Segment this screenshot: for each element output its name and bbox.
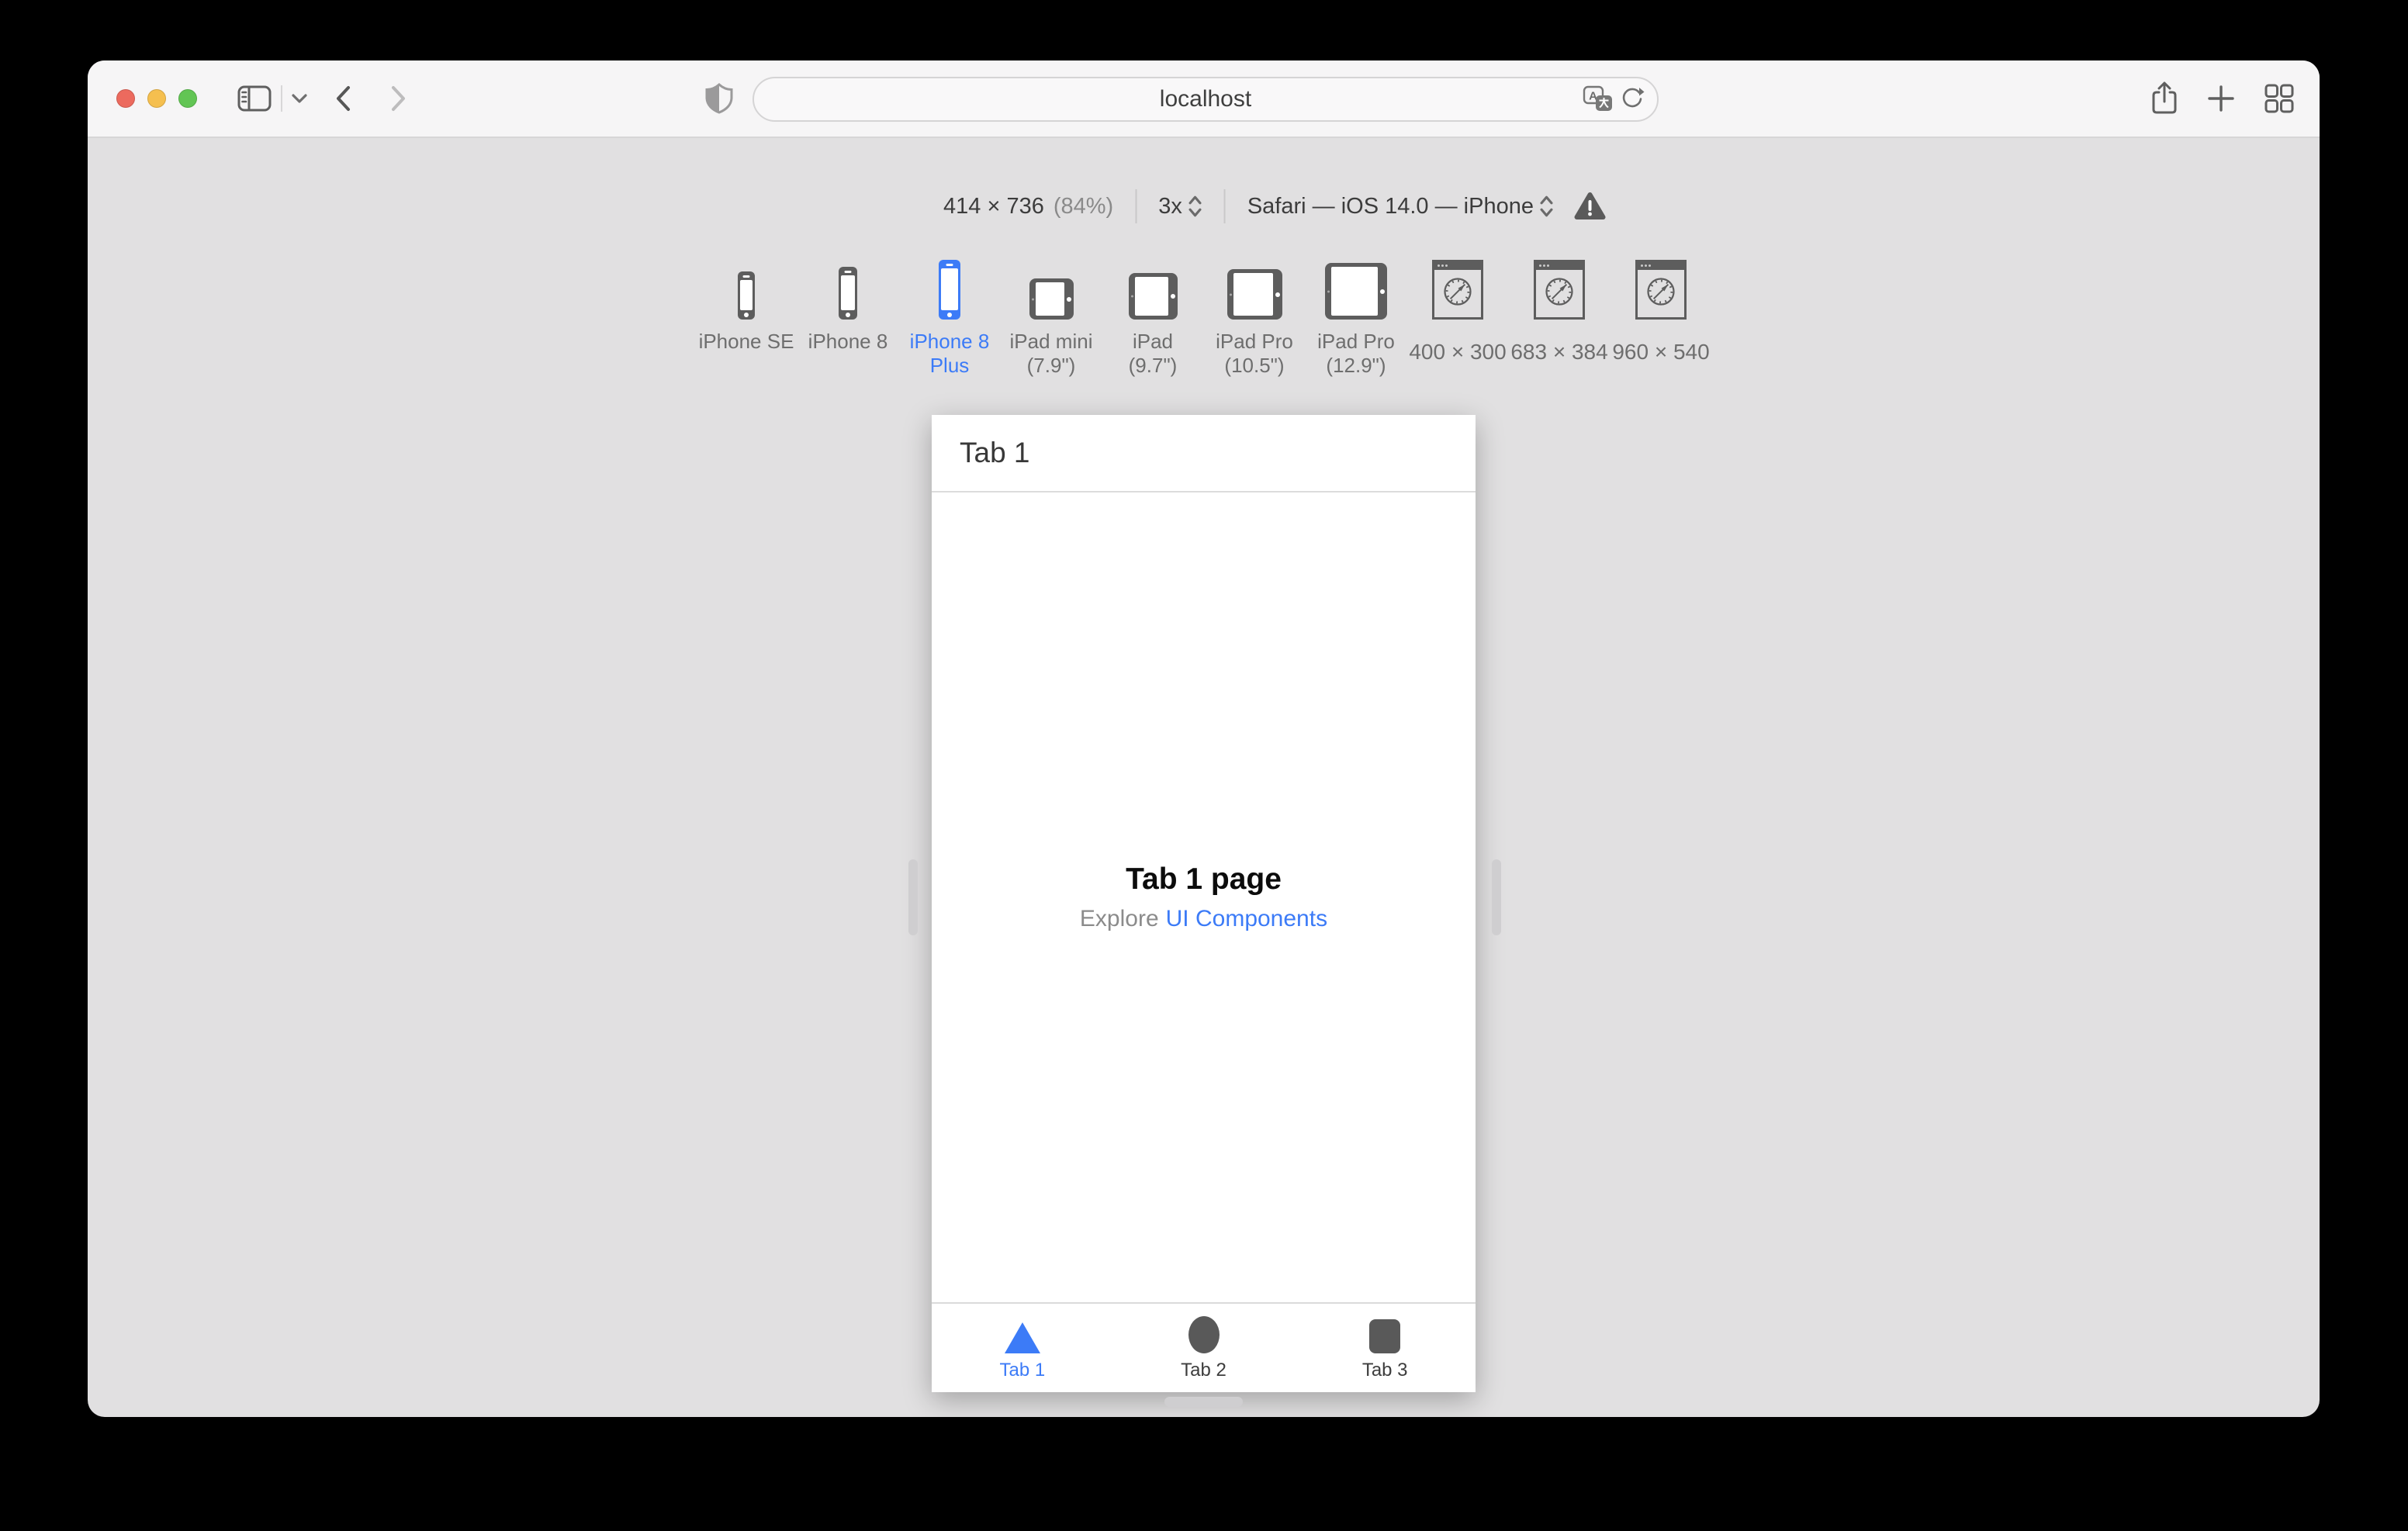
browser-toolbar: localhost A	[88, 60, 2320, 138]
translate-icon: A	[1583, 85, 1612, 111]
controls-divider	[1223, 189, 1226, 223]
tab-label: Tab 3	[1361, 1360, 1408, 1381]
forward-arrow-icon	[392, 86, 405, 111]
device-label: iPhone 8	[909, 330, 990, 353]
device-ipad-pro-129[interactable]: iPad Pro (12.9")	[1306, 257, 1407, 378]
triangle-icon	[1004, 1322, 1040, 1353]
app-tab-bar: Tab 1 Tab 2 Tab 3	[932, 1302, 1476, 1392]
tab-3[interactable]: Tab 3	[1294, 1304, 1476, 1392]
address-bar[interactable]: localhost A	[752, 77, 1659, 122]
translate-button[interactable]: A	[1583, 85, 1614, 113]
privacy-report-button[interactable]	[704, 82, 735, 115]
zoom-window-button[interactable]	[178, 89, 197, 108]
controls-divider	[1135, 189, 1137, 223]
square-icon	[1369, 1319, 1401, 1353]
preset-400x300[interactable]: 400 × 300	[1407, 257, 1509, 364]
share-button[interactable]	[2148, 81, 2181, 116]
iphone-8-icon	[839, 267, 857, 320]
viewport-size-value: 414 × 736	[943, 193, 1044, 219]
safari-compass-icon	[1441, 275, 1475, 309]
preset-label: 683 × 384	[1510, 340, 1608, 364]
ipad-pro-129-icon	[1325, 263, 1387, 320]
preset-960x540[interactable]: 960 × 540	[1611, 257, 1712, 364]
device-label-line2: (12.9")	[1326, 354, 1386, 377]
iphone-se-icon	[738, 271, 755, 320]
safari-compass-icon	[1542, 275, 1576, 309]
device-label: iPhone 8	[808, 330, 888, 353]
reload-icon	[1622, 88, 1645, 108]
device-ipad[interactable]: iPad (9.7")	[1102, 257, 1204, 378]
device-ipad-mini[interactable]: iPad mini (7.9")	[1001, 257, 1102, 378]
ipad-icon	[1128, 273, 1178, 320]
viewport-resize-handle-right[interactable]	[1492, 859, 1501, 935]
tab-label: Tab 1	[999, 1360, 1046, 1381]
back-button[interactable]	[334, 85, 351, 112]
device-ipad-pro-105[interactable]: iPad Pro (10.5")	[1204, 257, 1306, 378]
user-agent-updown-icon[interactable]	[1540, 194, 1554, 219]
ui-components-link[interactable]: UI Components	[1166, 906, 1327, 931]
iphone-8-plus-icon	[939, 260, 960, 320]
device-label-line2: Plus	[929, 354, 970, 377]
sidebar-menu-button[interactable]	[291, 93, 308, 104]
user-agent-select[interactable]: Safari — iOS 14.0 — iPhone	[1247, 194, 1534, 219]
plus-icon	[2208, 85, 2234, 112]
device-label: iPhone SE	[698, 330, 794, 353]
sidebar-icon	[237, 85, 272, 112]
browser-window-icon	[1534, 260, 1585, 320]
device-iphone-8[interactable]: iPhone 8	[797, 257, 899, 354]
nav-bar-title: Tab 1	[960, 437, 1030, 468]
warning-icon[interactable]	[1574, 192, 1607, 221]
rdm-controls-row: 414 × 736 (84%) 3x Safari — iOS 14.0 — i…	[943, 185, 1607, 228]
tab-overview-grid-icon	[2264, 84, 2294, 113]
safari-window: localhost A 414 × 736 (84%) 3x Safari — …	[88, 60, 2320, 1417]
close-window-button[interactable]	[116, 89, 135, 108]
shield-icon	[705, 82, 733, 114]
preset-label: 960 × 540	[1612, 340, 1710, 364]
device-selector-row: iPhone SE iPhone 8 iPhone 8 Plus iPad min…	[696, 257, 1712, 378]
toolbar-divider	[281, 85, 282, 112]
device-label: iPad mini	[1009, 330, 1093, 353]
device-label-line2: (7.9")	[1026, 354, 1076, 377]
back-arrow-icon	[337, 86, 350, 111]
tab-1[interactable]: Tab 1	[932, 1304, 1113, 1392]
device-label-line2: (9.7")	[1128, 354, 1178, 377]
viewport-zoom-value: (84%)	[1053, 193, 1114, 219]
page-subtitle: Explore UI Components	[1080, 906, 1327, 932]
viewport-resize-handle-left[interactable]	[908, 859, 918, 935]
safari-compass-icon	[1644, 275, 1678, 309]
app-page-content: Tab 1 page Explore UI Components	[932, 492, 1476, 1302]
sidebar-toggle-button[interactable]	[237, 85, 272, 112]
device-label: iPad	[1132, 330, 1174, 353]
device-label: iPad Pro	[1317, 330, 1395, 353]
ipad-pro-105-icon	[1226, 269, 1282, 320]
preset-683x384[interactable]: 683 × 384	[1509, 257, 1611, 364]
page-title: Tab 1 page	[1126, 862, 1282, 896]
viewport-resize-handle-bottom[interactable]	[1164, 1397, 1243, 1407]
device-iphone-8-plus[interactable]: iPhone 8 Plus	[899, 257, 1001, 378]
device-viewport: Tab 1 Tab 1 page Explore UI Components Ta…	[932, 415, 1476, 1392]
forward-button[interactable]	[390, 85, 407, 112]
share-icon	[2152, 81, 2177, 114]
address-bar-url: localhost	[1159, 86, 1252, 112]
tab-2[interactable]: Tab 2	[1113, 1304, 1295, 1392]
browser-window-icon	[1432, 260, 1483, 320]
ipad-mini-icon	[1029, 278, 1074, 320]
tab-label: Tab 2	[1181, 1360, 1226, 1381]
preset-label: 400 × 300	[1409, 340, 1507, 364]
device-label: iPad Pro	[1216, 330, 1293, 353]
new-tab-button[interactable]	[2206, 84, 2236, 113]
pixel-ratio-select[interactable]: 3x	[1158, 194, 1182, 219]
chevron-down-icon	[292, 94, 307, 103]
traffic-lights	[116, 89, 197, 108]
circle-icon	[1188, 1316, 1220, 1353]
device-label-line2: (10.5")	[1224, 354, 1285, 377]
reload-button[interactable]	[1618, 85, 1646, 113]
app-nav-bar: Tab 1	[932, 415, 1476, 492]
device-iphone-se[interactable]: iPhone SE	[696, 257, 797, 354]
tab-overview-button[interactable]	[2264, 83, 2295, 114]
minimize-window-button[interactable]	[147, 89, 166, 108]
browser-window-icon	[1635, 260, 1687, 320]
pixel-ratio-updown-icon[interactable]	[1188, 194, 1202, 219]
subtitle-text: Explore	[1079, 906, 1159, 931]
